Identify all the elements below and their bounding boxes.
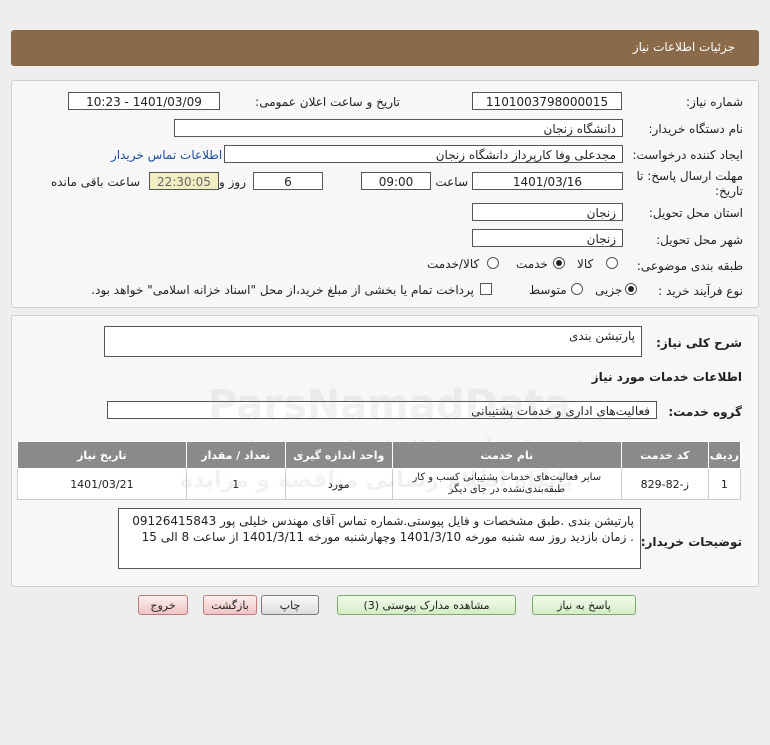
cell-need-date: 1401/03/21 [17,468,187,500]
buyer-notes-label: توضیحات خریدار: [640,535,742,549]
col-header-service-name: نام خدمت [391,441,622,469]
service-group-field: فعالیت‌های اداری و خدمات پشتیبانی [107,401,657,419]
process-radio-minor[interactable] [625,283,637,295]
page-header: جزئیات اطلاعات نیاز [11,30,759,66]
need-number-label: شماره نیاز: [686,95,743,109]
remaining-time-field: 22:30:05 [149,172,219,190]
cell-quantity: 1 [185,468,286,500]
province-field: زنجان [472,203,623,221]
page-title: جزئیات اطلاعات نیاز [632,40,735,54]
deadline-label-line2: تاریخ: [715,184,743,198]
buyer-org-label: نام دستگاه خریدار: [648,122,744,136]
service-group-label: گروه خدمت: [668,405,742,419]
category-option-service: خدمت [516,257,548,271]
need-desc-field: پارتیشن بندی [104,326,642,357]
time-label: ساعت [435,175,468,189]
col-header-unit: واحد اندازه گیری [284,441,393,469]
deadline-label-line1: مهلت ارسال پاسخ: تا [636,169,743,183]
process-option-medium: متوسط [529,283,567,297]
col-header-row-number: ردیف [707,441,742,469]
deadline-label: مهلت ارسال پاسخ: تا تاریخ: [636,169,743,199]
process-radio-medium[interactable] [571,283,583,295]
days-label: روز و [219,175,246,189]
table-header-row: ردیف کد خدمت نام خدمت واحد اندازه گیری ت… [17,441,742,469]
reply-button[interactable]: پاسخ به نیاز [532,595,636,615]
creator-field: مجدعلی وفا کارپرداز دانشگاه زنجان [224,145,623,163]
process-option-minor: جزیی [595,283,623,297]
need-number-field: 1101003798000015 [472,92,622,110]
col-header-need-date: تاریخ نیاز [17,441,187,469]
payment-note: پرداخت تمام یا بخشی از مبلغ خرید،از محل … [91,283,474,297]
category-radio-goods-service[interactable] [487,257,499,269]
cell-service-code: ز-82-829 [620,468,709,500]
city-label: شهر محل تحویل: [656,233,743,247]
attachments-button[interactable]: مشاهده مدارک پیوستی (3) [337,595,516,615]
services-table: ردیف کد خدمت نام خدمت واحد اندازه گیری ت… [17,441,742,500]
cell-unit: مورد [284,468,393,500]
category-radio-goods[interactable] [606,257,618,269]
process-label: نوع فرآیند خرید : [658,284,743,298]
cell-row-number: 1 [707,468,742,500]
back-button[interactable]: بازگشت [203,595,257,615]
deadline-date-field: 1401/03/16 [472,172,623,190]
announce-label: تاریخ و ساعت اعلان عمومی: [255,95,400,109]
category-radio-service[interactable] [553,257,565,269]
need-desc-label: شرح کلی نیاز: [656,336,742,350]
buyer-notes-field: پارتیشن بندی .طبق مشخصات و فایل پیوستی.ش… [118,508,641,569]
print-button[interactable]: چاپ [261,595,319,615]
col-header-service-code: کد خدمت [620,441,709,469]
cell-service-name: سایر فعالیت‌های خدمات پشتیبانی کسب و کار… [391,468,622,500]
category-option-goods: کالا [577,257,594,271]
category-option-goods-service: کالا/خدمت [427,257,480,271]
table-row: 1 ز-82-829 سایر فعالیت‌های خدمات پشتیبان… [17,468,742,500]
city-field: زنجان [472,229,623,247]
col-header-quantity: تعداد / مقدار [185,441,286,469]
treasury-checkbox[interactable] [480,283,492,295]
exit-button[interactable]: خروج [138,595,188,615]
creator-label: ایجاد کننده درخواست: [632,148,743,162]
category-label: طبقه بندی موضوعی: [636,259,743,273]
deadline-time-field: 09:00 [361,172,431,190]
buyer-org-field: دانشگاه زنجان [174,119,623,137]
buyer-contact-link[interactable]: اطلاعات تماس خریدار [111,148,222,162]
remaining-label: ساعت باقی مانده [50,175,140,189]
announce-field: 1401/03/09 - 10:23 [68,92,220,110]
services-title: اطلاعات خدمات مورد نیاز [591,370,742,384]
province-label: استان محل تحویل: [648,206,743,220]
days-field: 6 [253,172,323,190]
